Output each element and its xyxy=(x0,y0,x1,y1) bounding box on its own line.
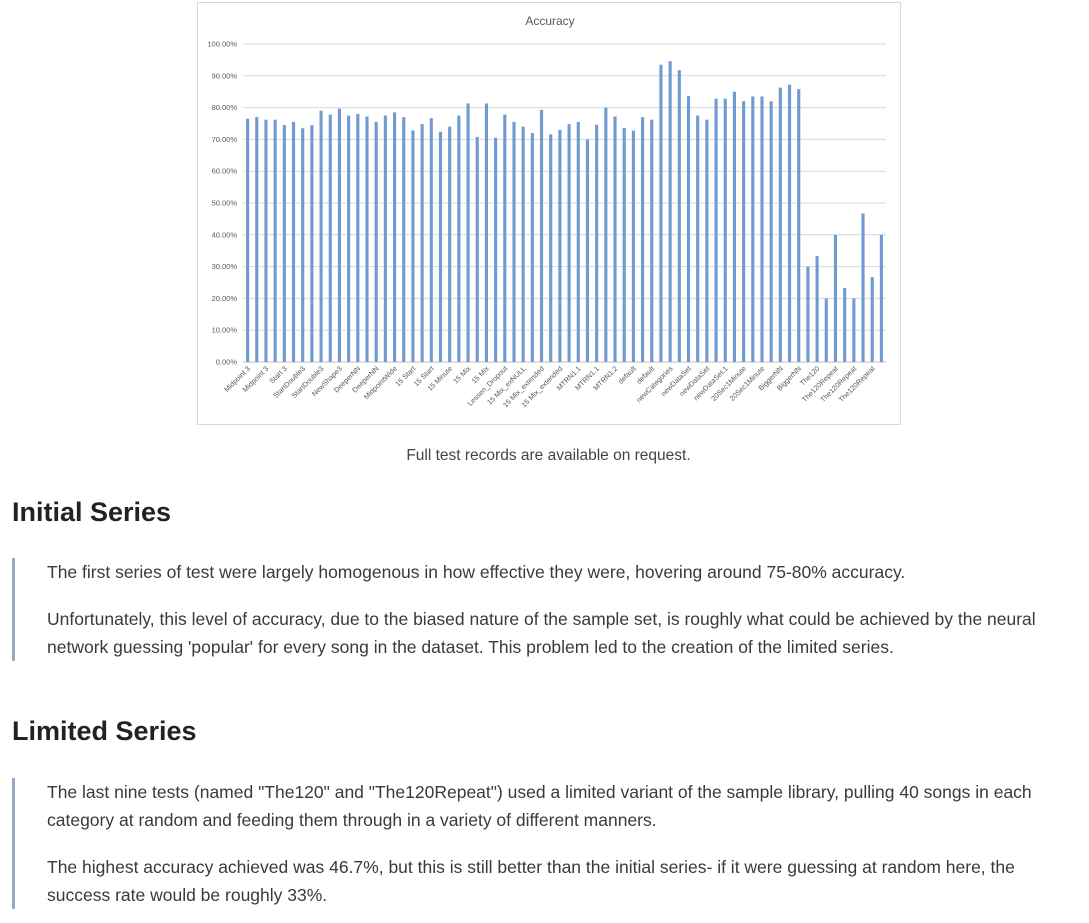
bar xyxy=(429,118,433,363)
bar xyxy=(494,137,498,362)
bar xyxy=(282,125,286,362)
section-heading-limited-series: Limited Series xyxy=(12,716,197,746)
bar xyxy=(631,130,635,362)
bar xyxy=(457,115,461,362)
y-tick-label: 40.00% xyxy=(212,230,238,239)
bar xyxy=(852,298,856,362)
blockquote-limited-series: The last nine tests (named "The120" and … xyxy=(12,778,1052,909)
bar xyxy=(787,84,792,362)
bar xyxy=(273,119,277,363)
bar xyxy=(686,96,691,362)
y-tick-label: 0.00% xyxy=(216,358,238,367)
bar xyxy=(778,87,782,362)
bar xyxy=(475,136,479,362)
bar xyxy=(328,114,332,362)
bar xyxy=(310,125,314,362)
y-tick-label: 80.00% xyxy=(212,103,238,112)
bar xyxy=(264,119,268,363)
bar xyxy=(585,139,590,362)
bar xyxy=(319,110,323,362)
accuracy-chart: Accuracy 0.00% 10.00% 20.00% 30.00% 40.00% 50… xyxy=(197,2,901,425)
bar xyxy=(255,117,259,362)
paragraph: The last nine tests (named "The120" and … xyxy=(47,782,1032,830)
bar xyxy=(751,96,755,362)
x-tick-label: 15 Mix xyxy=(451,364,473,386)
bar xyxy=(797,89,801,362)
bar xyxy=(806,266,810,362)
bar xyxy=(604,107,608,362)
bar xyxy=(659,64,663,363)
bar xyxy=(833,234,838,362)
chart-title: Accuracy xyxy=(525,14,574,28)
bar xyxy=(668,61,672,363)
bar xyxy=(337,108,342,362)
chart-bars xyxy=(246,61,883,363)
bar xyxy=(622,127,626,363)
y-tick-label: 90.00% xyxy=(212,71,238,80)
bar xyxy=(613,116,617,362)
paragraph: The highest accuracy achieved was 46.7%,… xyxy=(47,857,1015,905)
bar xyxy=(769,101,773,363)
section-heading-initial-series: Initial Series xyxy=(12,497,172,527)
bar xyxy=(861,213,865,362)
bar xyxy=(420,124,424,362)
bar xyxy=(723,98,727,363)
bar xyxy=(567,124,571,362)
bar xyxy=(383,115,387,362)
bar xyxy=(696,115,700,362)
bar xyxy=(641,117,645,362)
bar xyxy=(291,121,296,362)
bar xyxy=(530,133,534,362)
chart-svg: Accuracy 0.00% 10.00% 20.00% 30.00% 40.00% 50… xyxy=(207,14,886,409)
blockquote-initial-series: The first series of test were largely ho… xyxy=(12,558,1052,661)
y-tick-label: 100.00% xyxy=(207,40,237,49)
bar xyxy=(714,98,718,363)
bar xyxy=(824,298,828,362)
bar xyxy=(742,101,746,363)
paragraph: Unfortunately, this level of accuracy, d… xyxy=(47,609,1036,657)
y-tick-label: 30.00% xyxy=(212,262,238,271)
bar xyxy=(512,121,516,362)
bar xyxy=(402,117,406,362)
bar xyxy=(503,114,507,362)
bar xyxy=(246,118,250,362)
bar xyxy=(677,70,681,363)
bar xyxy=(411,130,415,362)
bar xyxy=(466,103,470,362)
bar xyxy=(356,113,360,363)
y-tick-label: 10.00% xyxy=(212,326,238,335)
bar xyxy=(539,109,544,363)
y-tick-label: 60.00% xyxy=(212,167,238,176)
y-tick-label: 50.00% xyxy=(212,199,238,208)
bar xyxy=(347,115,351,362)
bar xyxy=(760,96,764,362)
bar xyxy=(484,103,488,362)
bar xyxy=(650,119,654,363)
bar xyxy=(393,112,397,363)
figure-caption: Full test records are available on reque… xyxy=(406,447,691,464)
bar xyxy=(879,234,883,362)
y-tick-label: 20.00% xyxy=(212,294,238,303)
bar xyxy=(595,124,599,362)
bar xyxy=(448,126,452,363)
bar xyxy=(870,277,874,362)
bar xyxy=(732,91,736,362)
x-tick-label: default xyxy=(616,364,638,386)
bar xyxy=(301,128,305,362)
bar xyxy=(438,131,443,362)
paragraph: The first series of test were largely ho… xyxy=(47,562,906,582)
bar xyxy=(558,129,562,362)
bar xyxy=(374,121,378,362)
bar xyxy=(815,256,819,362)
bar xyxy=(365,116,369,362)
chart-y-axis: 0.00% 10.00% 20.00% 30.00% 40.00% 50.00% 60.00… xyxy=(207,40,237,367)
y-tick-label: 70.00% xyxy=(212,135,238,144)
bar xyxy=(843,287,847,362)
bar xyxy=(705,119,709,363)
bar xyxy=(576,121,580,362)
bar xyxy=(549,134,553,362)
bar xyxy=(521,126,525,363)
chart-x-axis: Midpoint 3Midpoint 3Start 3StartDouble3S… xyxy=(222,364,876,409)
